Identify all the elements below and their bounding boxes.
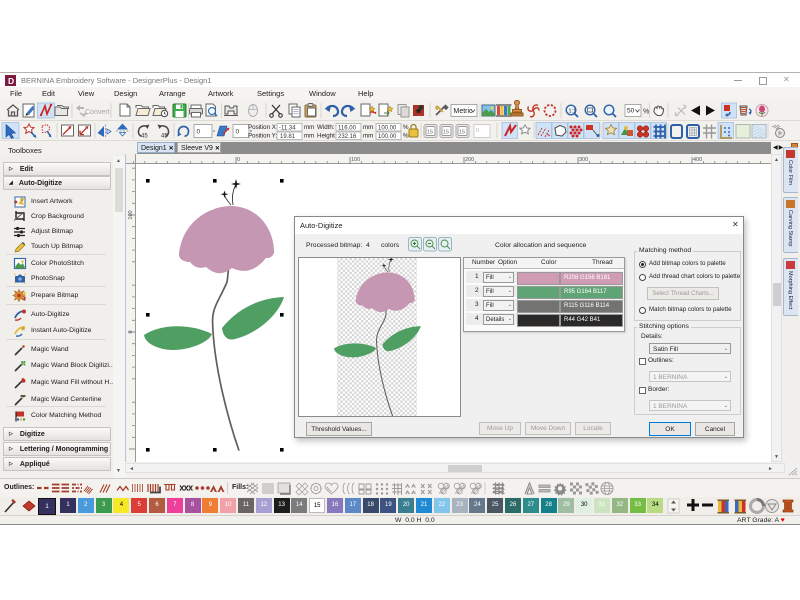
svg-text:1:1: 1:1 xyxy=(569,109,577,115)
svg-text:Metric: Metric xyxy=(454,108,474,115)
svg-text:mm: mm xyxy=(304,124,314,131)
svg-text:45: 45 xyxy=(161,134,168,140)
svg-text:0: 0 xyxy=(476,128,479,134)
svg-text:116.00: 116.00 xyxy=(338,126,357,132)
svg-text:15: 15 xyxy=(443,130,449,136)
svg-text:Convert: Convert xyxy=(85,109,110,116)
svg-text:-11.34: -11.34 xyxy=(279,126,296,132)
svg-text:0: 0 xyxy=(237,157,240,163)
svg-text:mm: mm xyxy=(304,133,314,140)
svg-text:300: 300 xyxy=(579,157,588,163)
svg-text:0: 0 xyxy=(197,129,201,136)
svg-text:Position Y:: Position Y: xyxy=(248,133,277,140)
svg-text:0: 0 xyxy=(128,330,134,333)
svg-text:mm: mm xyxy=(363,133,373,140)
svg-text:45: 45 xyxy=(141,134,148,140)
svg-text:%: % xyxy=(403,124,409,131)
svg-text:0: 0 xyxy=(236,129,240,136)
svg-text:100: 100 xyxy=(351,157,360,163)
svg-text:232.16: 232.16 xyxy=(338,134,357,140)
svg-text:%: % xyxy=(643,109,649,116)
svg-text:%: % xyxy=(403,133,409,140)
svg-text:50: 50 xyxy=(627,108,635,115)
svg-text:100.00: 100.00 xyxy=(378,134,397,140)
svg-text:Width:: Width: xyxy=(317,124,335,131)
svg-text:200: 200 xyxy=(465,157,474,163)
svg-text:Height:: Height: xyxy=(317,133,337,140)
svg-text:100.00: 100.00 xyxy=(378,126,397,132)
svg-text:Position X:: Position X: xyxy=(248,124,278,131)
svg-text:mm: mm xyxy=(363,124,373,131)
svg-text:400: 400 xyxy=(693,157,702,163)
svg-text:15: 15 xyxy=(427,130,433,136)
svg-text:19.81: 19.81 xyxy=(280,134,296,140)
svg-text:100: 100 xyxy=(128,210,134,219)
svg-text:15: 15 xyxy=(459,130,465,136)
